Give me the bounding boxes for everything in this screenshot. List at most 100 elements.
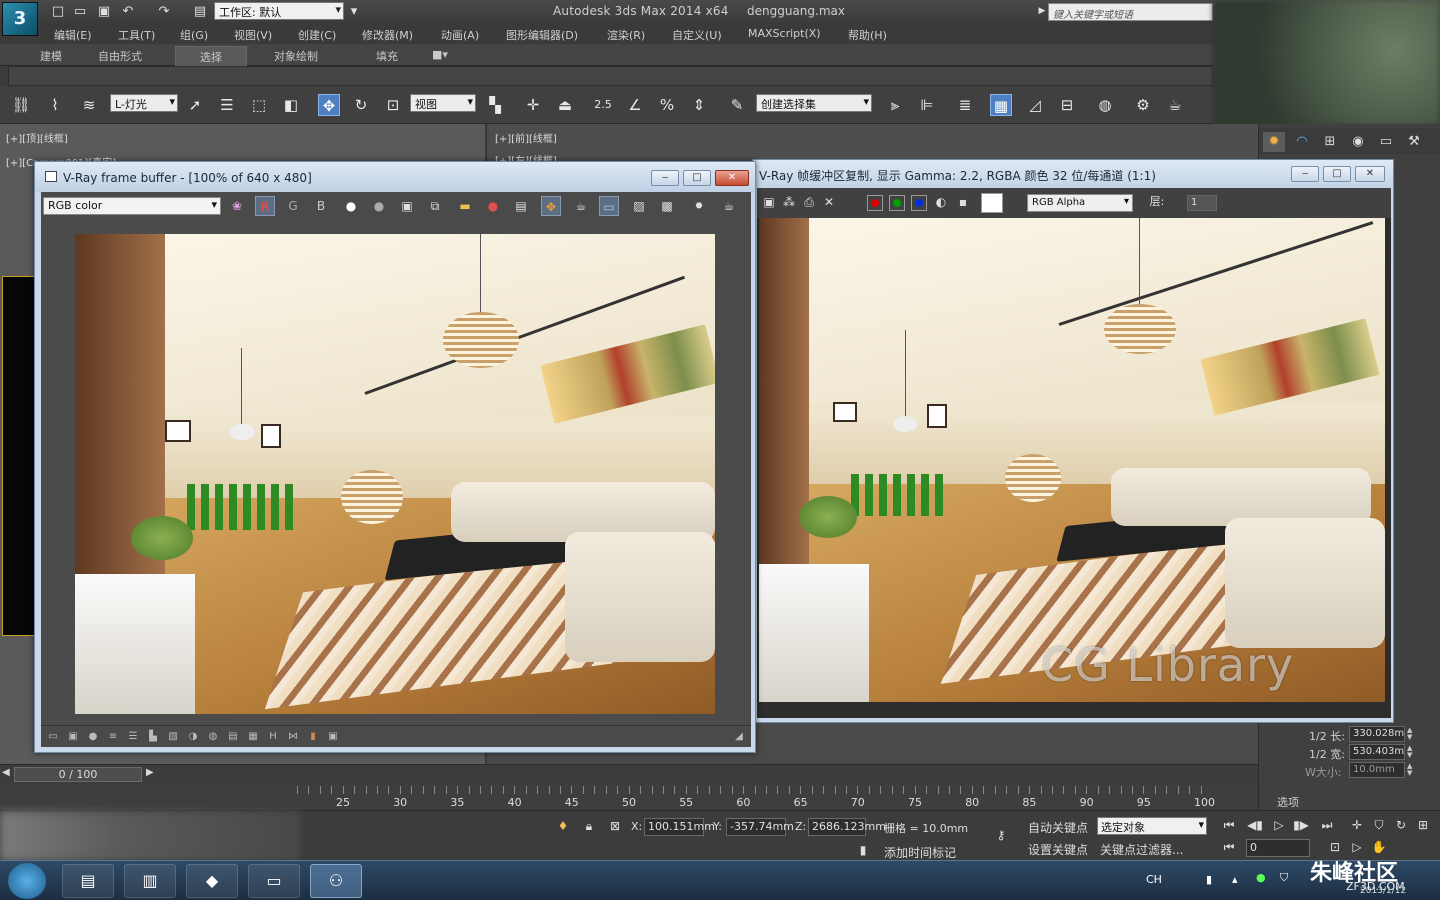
- hierarchy-tab-icon[interactable]: ⊞: [1319, 132, 1341, 152]
- select-and-move-icon[interactable]: ✥: [318, 94, 340, 116]
- orbit-icon[interactable]: ↻: [1390, 815, 1412, 835]
- taskbar-monitor[interactable]: ▭: [248, 864, 300, 898]
- spinner-icon[interactable]: ▲ ▼: [1407, 745, 1415, 759]
- maximize-button[interactable]: □: [683, 170, 711, 186]
- quick-access-dropdown-icon[interactable]: ▾: [346, 4, 362, 19]
- z-coord-input[interactable]: 2686.123mm: [808, 818, 886, 836]
- redo-icon[interactable]: ↷: [156, 4, 172, 19]
- shield-icon[interactable]: ⛉: [1280, 871, 1288, 885]
- close-button[interactable]: ✕: [1355, 166, 1385, 182]
- curve-icon[interactable]: ☰: [127, 731, 139, 743]
- w-size-input[interactable]: 10.0mm: [1349, 762, 1405, 778]
- pan-icon[interactable]: ✋: [1368, 837, 1390, 857]
- menu-group[interactable]: 组(G): [180, 27, 208, 43]
- alpha-channel-icon[interactable]: ●: [341, 196, 361, 216]
- schematic-view-icon[interactable]: ⊟: [1056, 94, 1078, 116]
- taskbar-app[interactable]: ◆: [186, 864, 238, 898]
- taskbar-folder[interactable]: ▥: [124, 864, 176, 898]
- keyboard-shortcut-override-icon[interactable]: ⏏: [554, 94, 576, 116]
- channel-icon[interactable]: ⁂: [779, 192, 799, 212]
- menu-rendering[interactable]: 渲染(R): [607, 27, 645, 43]
- window-crossing-icon[interactable]: ◧: [280, 94, 302, 116]
- follow-mouse-icon[interactable]: ✥: [541, 196, 561, 216]
- key-icon[interactable]: ⚷: [990, 825, 1012, 845]
- key-mode-toggle-icon[interactable]: ⏮: [1218, 837, 1240, 857]
- alpha-toggle-icon[interactable]: ◐: [931, 192, 951, 212]
- save-image-icon[interactable]: ▣: [397, 196, 417, 216]
- render-icon[interactable]: ☕: [719, 196, 739, 216]
- maximize-viewport-icon[interactable]: ⊞: [1412, 815, 1434, 835]
- track-bar[interactable]: 25 30 35 40 45 50 55 60 65 70 75 80 85 90 95 100: [0, 784, 1258, 810]
- tab-freeform[interactable]: 自由形式: [98, 48, 142, 64]
- select-and-scale-icon[interactable]: ⊡: [382, 94, 404, 116]
- snaps-toggle-icon[interactable]: 2.5: [592, 94, 614, 116]
- percent-snap-icon[interactable]: %: [656, 94, 678, 116]
- red-channel-toggle[interactable]: [867, 195, 883, 211]
- vfb-copy-channel-select[interactable]: RGB Alpha ▾: [1027, 194, 1133, 212]
- mono-mode-icon[interactable]: ●: [369, 196, 389, 216]
- print-icon[interactable]: ⎙: [799, 192, 819, 212]
- link-to-max-vfb-icon[interactable]: ▭: [599, 196, 619, 216]
- go-to-start-icon[interactable]: ⏮: [1218, 815, 1240, 835]
- exposure-icon[interactable]: ▙: [147, 731, 159, 743]
- utilities-tab-icon[interactable]: ⚒: [1403, 132, 1425, 152]
- key-mode-select[interactable]: 选定对象 ▾: [1097, 817, 1207, 835]
- set-key-button[interactable]: 设置关键点: [1028, 841, 1088, 858]
- select-by-name-icon[interactable]: ☰: [216, 94, 238, 116]
- time-config-icon[interactable]: ⊡: [1324, 837, 1346, 857]
- color-balls-icon[interactable]: ❀: [227, 196, 247, 216]
- menu-animation[interactable]: 动画(A): [441, 27, 479, 43]
- histogram-icon[interactable]: ▧: [167, 731, 179, 743]
- menu-help[interactable]: 帮助(H): [848, 27, 887, 43]
- blue-channel-toggle[interactable]: [911, 195, 927, 211]
- mirror-icon[interactable]: ⫸: [884, 94, 906, 116]
- duplicate-to-max-vfb-icon[interactable]: ⧉: [425, 196, 445, 216]
- named-selection-set-select[interactable]: 创建选择集 ▾: [756, 94, 872, 112]
- spinner-icon[interactable]: ▲ ▼: [1407, 763, 1415, 777]
- next-frame-icon[interactable]: ▮▶: [1290, 815, 1312, 835]
- menu-customize[interactable]: 自定义(U): [672, 27, 722, 43]
- menu-edit[interactable]: 编辑(E): [54, 27, 92, 43]
- tab-object-paint[interactable]: 对象绘制: [274, 48, 318, 64]
- background-color-swatch[interactable]: [981, 193, 1003, 213]
- close-button[interactable]: ✕: [715, 170, 749, 186]
- new-file-icon[interactable]: □: [50, 4, 66, 19]
- vfb-copy-canvas[interactable]: CG Library: [757, 218, 1391, 718]
- reference-coordinate-select[interactable]: 视图 ▾: [410, 94, 476, 112]
- project-folder-icon[interactable]: ▤: [192, 4, 208, 19]
- render-setup-icon[interactable]: ⚙: [1132, 94, 1154, 116]
- compare-swap-icon[interactable]: ▮: [307, 731, 319, 743]
- previous-frame-icon[interactable]: ◀▮: [1244, 815, 1266, 835]
- viewport-label-top[interactable]: [+][顶][线框]: [6, 130, 68, 145]
- green-channel-button[interactable]: G: [283, 196, 303, 216]
- menu-tools[interactable]: 工具(T): [118, 27, 155, 43]
- menu-maxscript[interactable]: MAXScript(X): [748, 27, 821, 40]
- app-logo-button[interactable]: 3: [2, 2, 38, 36]
- open-file-icon[interactable]: ▭: [72, 4, 88, 19]
- camera-viewport[interactable]: [2, 276, 35, 636]
- vfb-channel-select[interactable]: RGB color ▾: [43, 197, 221, 215]
- ocio-icon[interactable]: ▤: [227, 731, 239, 743]
- mono-toggle-icon[interactable]: ▪: [953, 192, 973, 212]
- minimize-button[interactable]: ‒: [651, 170, 679, 186]
- info-icon[interactable]: ●: [87, 731, 99, 743]
- modify-tab-icon[interactable]: ◠: [1291, 132, 1313, 152]
- spinner-icon[interactable]: ▲ ▼: [1407, 727, 1415, 741]
- render-production-icon[interactable]: ☕: [1164, 94, 1186, 116]
- align-icon[interactable]: ⊫: [916, 94, 938, 116]
- compare-vertical-icon[interactable]: ⋈: [287, 731, 299, 743]
- resize-grip-icon[interactable]: ◢: [733, 731, 745, 743]
- key-filters-button[interactable]: 关键点过滤器...: [1100, 841, 1183, 858]
- bind-space-warp-icon[interactable]: ≋: [78, 94, 100, 116]
- layer-manager-icon[interactable]: ≣: [954, 94, 976, 116]
- auto-key-button[interactable]: 自动关键点: [1028, 819, 1088, 836]
- y-coord-input[interactable]: -357.74mm: [726, 818, 794, 836]
- vfb-title-bar[interactable]: V-Ray frame buffer - [100% of 640 x 480]…: [35, 162, 755, 192]
- zoom-all-icon[interactable]: ⛉: [1368, 815, 1390, 835]
- menu-modifiers[interactable]: 修改器(M): [362, 27, 413, 43]
- save-file-icon[interactable]: ▣: [96, 4, 112, 19]
- half-length-input[interactable]: 330.028m: [1349, 726, 1405, 742]
- scene-explorer-icon[interactable]: ▦: [990, 94, 1012, 116]
- time-slider[interactable]: ◀ 0 / 100 ▶: [0, 764, 1258, 784]
- selection-lock-icon[interactable]: ♦: [552, 816, 574, 836]
